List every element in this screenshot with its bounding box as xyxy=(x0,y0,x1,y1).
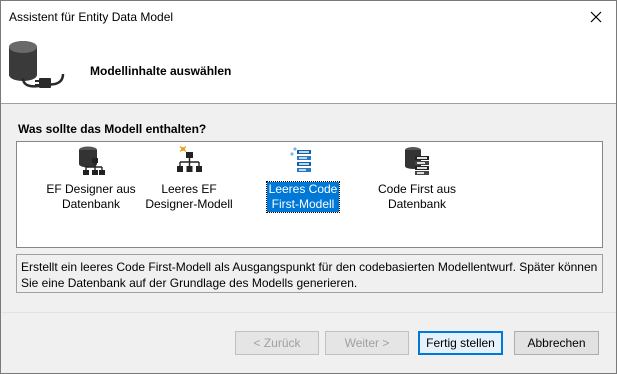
title-bar: Assistent für Entity Data Model xyxy=(1,1,616,32)
database-hierarchy-icon xyxy=(79,146,105,175)
window-title: Assistent für Entity Data Model xyxy=(9,10,174,24)
option-empty-code-first[interactable]: Leeres Code First-Modell xyxy=(253,144,353,224)
option-label: Leeres EF Designer-Modell xyxy=(145,182,233,211)
back-button[interactable]: < Zurück xyxy=(235,331,319,355)
option-label: EF Designer aus Datenbank xyxy=(46,182,136,211)
code-first-empty-icon xyxy=(290,147,311,172)
option-ef-designer-from-database[interactable]: EF Designer aus Datenbank xyxy=(41,144,141,224)
model-content-question: Was sollte das Modell enthalten? xyxy=(18,122,207,136)
option-label: Code First aus Datenbank xyxy=(377,182,457,211)
cancel-button[interactable]: Abbrechen xyxy=(514,331,599,355)
model-type-list[interactable]: EF Designer aus Datenbank Leeres EF Desi… xyxy=(16,141,603,248)
wizard-header: Modellinhalte auswählen xyxy=(1,32,616,104)
finish-button[interactable]: Fertig stellen xyxy=(418,331,503,355)
database-table-icon xyxy=(405,147,429,175)
option-label: Leeres Code First-Modell xyxy=(265,181,341,213)
database-plug-icon xyxy=(9,41,65,88)
next-button[interactable]: Weiter > xyxy=(325,331,409,355)
option-code-first-from-database[interactable]: Code First aus Datenbank xyxy=(367,144,467,224)
close-icon xyxy=(590,11,602,22)
footer-divider xyxy=(1,312,616,313)
empty-hierarchy-icon xyxy=(177,146,202,172)
close-button[interactable] xyxy=(576,1,616,32)
option-empty-ef-designer[interactable]: Leeres EF Designer-Modell xyxy=(139,144,239,224)
page-title: Modellinhalte auswählen xyxy=(90,64,232,78)
wizard-window: Assistent für Entity Data Model Modellin… xyxy=(0,0,617,374)
option-description: Erstellt ein leeres Code First-Modell al… xyxy=(16,254,603,293)
